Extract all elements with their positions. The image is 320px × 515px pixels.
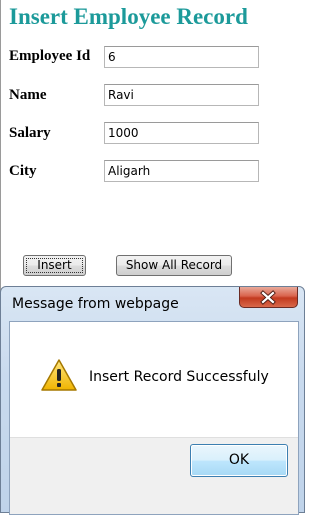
dialog-message: Insert Record Successfuly [89,369,269,385]
ok-button[interactable]: OK [190,444,288,477]
show-all-record-button[interactable]: Show All Record [116,255,232,276]
employee-id-field[interactable]: 6 [104,46,259,68]
name-field[interactable]: Ravi [104,84,259,106]
name-label: Name [9,87,47,103]
dialog-title: Message from webpage [12,296,179,312]
warning-icon [41,359,77,391]
close-icon [260,290,276,305]
insert-button-label: Insert [37,258,72,272]
insert-button[interactable]: Insert [23,255,86,276]
employee-id-label: Employee Id [9,48,91,64]
close-button[interactable] [239,287,298,308]
page-title: Insert Employee Record [9,4,248,29]
city-field[interactable]: Aligarh [104,160,259,182]
show-all-record-label: Show All Record [125,258,223,272]
salary-field[interactable]: 1000 [104,122,259,144]
dialog-body: Insert Record Successfuly OK [9,321,299,515]
city-label: City [9,163,37,179]
message-dialog: Message from webpage Insert Record Succe… [0,286,305,515]
salary-label: Salary [9,125,51,141]
